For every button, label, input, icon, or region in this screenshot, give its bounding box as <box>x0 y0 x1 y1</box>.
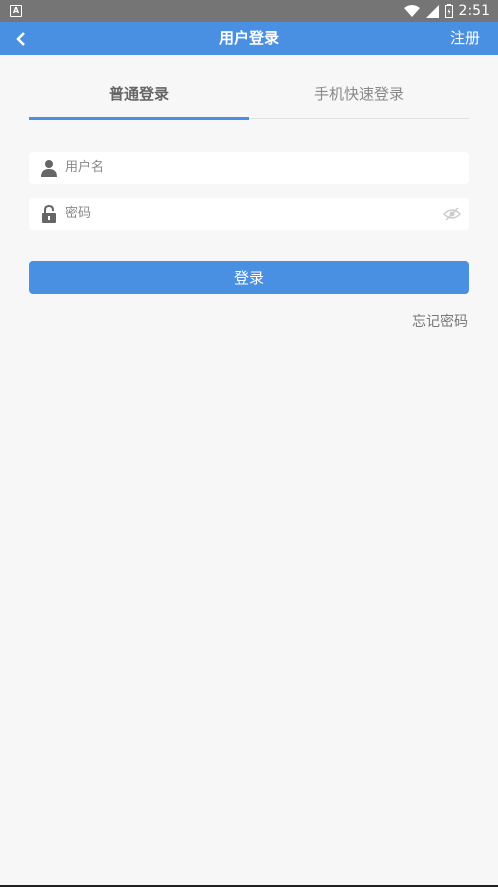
battery-icon <box>444 4 453 18</box>
signal-icon <box>425 4 439 18</box>
tab-active-indicator <box>29 117 249 120</box>
password-field[interactable] <box>29 198 469 230</box>
register-button[interactable]: 注册 <box>450 22 480 55</box>
notification-icon: A <box>10 5 22 17</box>
password-input[interactable] <box>65 198 435 230</box>
app-bar: 用户登录 注册 <box>0 22 498 55</box>
page-title: 用户登录 <box>218 29 279 47</box>
status-bar: A 2:51 <box>0 0 498 22</box>
tab-phone-login[interactable]: 手机快速登录 <box>249 72 469 117</box>
status-icons: 2:51 <box>403 0 490 22</box>
status-time: 2:51 <box>458 3 490 19</box>
wifi-icon <box>403 4 420 17</box>
login-tabs: 普通登录 手机快速登录 <box>29 72 469 120</box>
username-input[interactable] <box>65 152 435 184</box>
tab-normal-login[interactable]: 普通登录 <box>29 72 249 117</box>
eye-off-icon[interactable] <box>443 206 461 222</box>
username-field[interactable] <box>29 152 469 184</box>
lock-icon <box>42 205 56 223</box>
login-button[interactable]: 登录 <box>29 261 469 294</box>
user-icon <box>41 160 57 177</box>
forgot-password-link[interactable]: 忘记密码 <box>412 311 468 331</box>
